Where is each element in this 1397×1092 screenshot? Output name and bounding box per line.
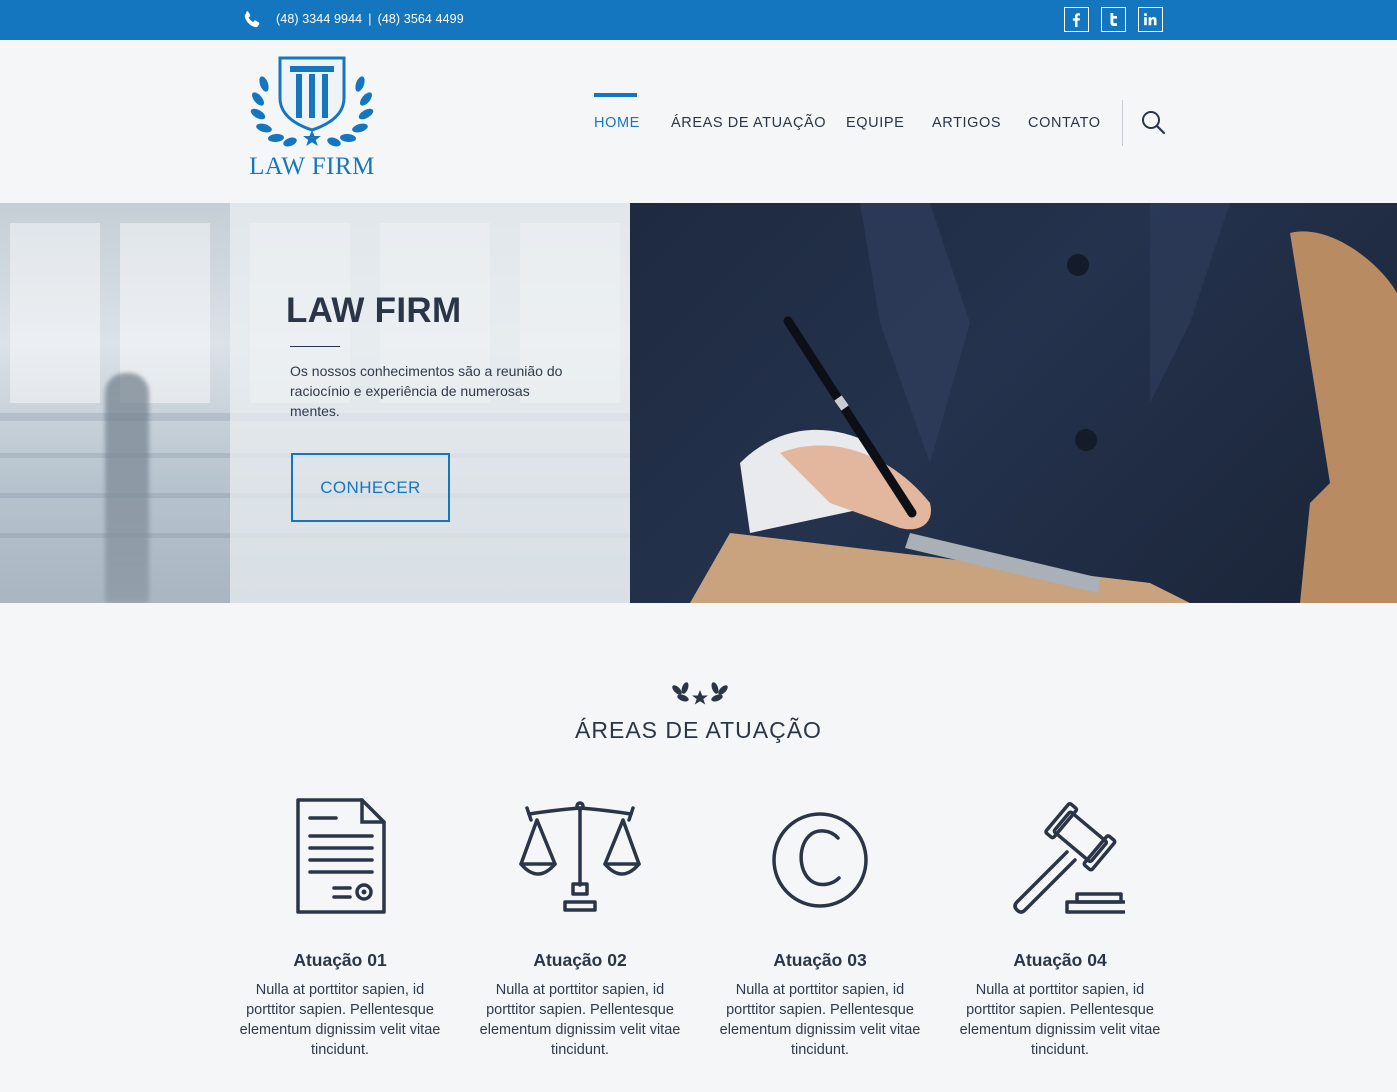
area-card-title: Atuação 02 bbox=[533, 950, 627, 970]
gavel-icon bbox=[1013, 801, 1125, 914]
area-card-text: Nulla at porttitor sapien, id porttitor … bbox=[959, 982, 1161, 1058]
facebook-icon bbox=[1072, 13, 1080, 27]
nav-artigos[interactable]: ARTIGOS bbox=[932, 115, 1001, 131]
area-card-title: Atuação 03 bbox=[773, 950, 867, 970]
area-card-3[interactable]: Atuação 03 Nulla at porttitor sapien, id… bbox=[710, 790, 930, 1058]
area-card-1[interactable]: Atuação 01 Nulla at porttitor sapien, id… bbox=[230, 790, 450, 1058]
areas-section-title: ÁREAS DE ATUAÇÃO bbox=[575, 717, 822, 743]
twitter-link[interactable] bbox=[1101, 7, 1126, 32]
area-card-text: Nulla at porttitor sapien, id porttitor … bbox=[719, 982, 921, 1058]
nav-home[interactable]: HOME bbox=[594, 115, 640, 131]
facebook-link[interactable] bbox=[1064, 7, 1089, 32]
area-card-text: Nulla at porttitor sapien, id porttitor … bbox=[239, 982, 441, 1058]
top-bar: (48) 3344 9944 | (48) 3564 4499 bbox=[0, 0, 1397, 40]
twitter-icon bbox=[1110, 13, 1117, 26]
area-card-title: Atuação 01 bbox=[293, 950, 387, 970]
phone-icon bbox=[244, 11, 260, 28]
phone-number-2[interactable]: (48) 3564 4499 bbox=[378, 12, 464, 26]
search-icon[interactable] bbox=[1140, 109, 1166, 135]
hero-banner: LAW FIRM Os nossos conhecimentos são a r… bbox=[0, 203, 1397, 603]
phone-separator: | bbox=[368, 12, 372, 26]
laurel-star-icon bbox=[672, 682, 728, 705]
scales-icon bbox=[519, 801, 641, 912]
logo-text[interactable]: LAW FIRM bbox=[246, 153, 378, 181]
nav-areas[interactable]: ÁREAS DE ATUAÇÃO bbox=[671, 115, 826, 131]
person-silhouette bbox=[105, 373, 149, 603]
copyright-icon bbox=[772, 812, 868, 908]
nav-contato[interactable]: CONTATO bbox=[1028, 115, 1101, 131]
hero-description: Os nossos conhecimentos são a reunião do… bbox=[290, 363, 563, 419]
hero-title: LAW FIRM bbox=[286, 291, 462, 330]
site-header: LAW FIRM HOME ÁREAS DE ATUAÇÃO EQUIPE AR… bbox=[0, 40, 1397, 203]
document-icon bbox=[296, 798, 386, 914]
linkedin-link[interactable] bbox=[1138, 7, 1163, 32]
hero-lawyer-photo bbox=[630, 203, 1397, 603]
linkedin-icon bbox=[1144, 13, 1157, 26]
area-card-4[interactable]: Atuação 04 Nulla at porttitor sapien, id… bbox=[950, 790, 1170, 1058]
phone-numbers: (48) 3344 9944 | (48) 3564 4499 bbox=[276, 12, 464, 26]
area-card-2[interactable]: Atuação 02 Nulla at porttitor sapien, id… bbox=[470, 790, 690, 1058]
area-card-text: Nulla at porttitor sapien, id porttitor … bbox=[479, 982, 681, 1058]
nav-divider bbox=[1122, 100, 1123, 146]
nav-equipe[interactable]: EQUIPE bbox=[846, 115, 904, 131]
phone-number-1[interactable]: (48) 3344 9944 bbox=[276, 12, 362, 26]
conhecer-button[interactable]: CONHECER bbox=[291, 453, 450, 522]
area-card-title: Atuação 04 bbox=[1013, 950, 1107, 970]
hero-title-underline bbox=[290, 346, 340, 347]
active-nav-indicator bbox=[594, 93, 637, 97]
